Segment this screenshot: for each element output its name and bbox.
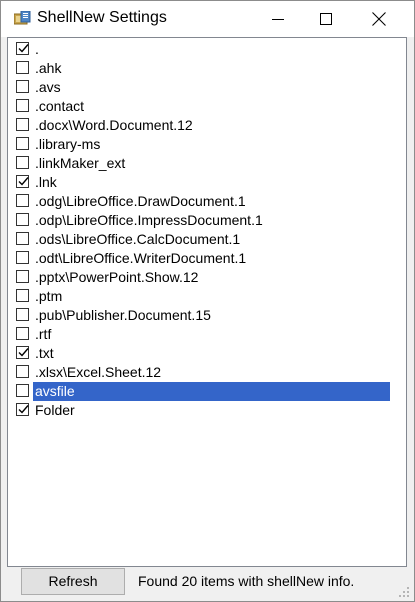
checkbox-unchecked[interactable] [16, 232, 29, 245]
checkbox-unchecked[interactable] [16, 137, 29, 150]
shellnew-checked-list[interactable]: . .ahk .avs .contact .docx\Word.Document.12.… [7, 37, 407, 567]
list-item-label: .linkMaker_ext [35, 155, 126, 171]
list-item[interactable]: .ptm [8, 287, 406, 306]
list-item-label: Folder [35, 402, 75, 418]
status-text: Found 20 items with shellNew info. [138, 573, 355, 589]
checkbox-unchecked[interactable] [16, 80, 29, 93]
list-item[interactable]: .avs [8, 78, 406, 97]
checkbox-checked[interactable] [16, 403, 29, 416]
list-item-label: .pub\Publisher.Document.15 [35, 307, 211, 323]
list-item[interactable]: .ods\LibreOffice.CalcDocument.1 [8, 230, 406, 249]
list-item-label: .ods\LibreOffice.CalcDocument.1 [35, 231, 241, 247]
checkmark-icon [18, 177, 29, 186]
maximize-button[interactable] [303, 1, 349, 37]
close-button[interactable] [356, 1, 402, 37]
checkbox-checked[interactable] [16, 175, 29, 188]
list-item-label: .rtf [35, 326, 52, 342]
list-item[interactable]: .txt [8, 344, 406, 363]
checkbox-unchecked[interactable] [16, 99, 29, 112]
list-item[interactable]: .contact [8, 97, 406, 116]
list-item-label: .odp\LibreOffice.ImpressDocument.1 [35, 212, 263, 228]
checkbox-checked[interactable] [16, 346, 29, 359]
maximize-icon [320, 13, 332, 25]
list-item[interactable]: .odp\LibreOffice.ImpressDocument.1 [8, 211, 406, 230]
list-item-label: .contact [35, 98, 85, 114]
list-item-label: .ahk [35, 60, 62, 76]
checkbox-unchecked[interactable] [16, 384, 29, 397]
list-item[interactable]: .docx\Word.Document.12 [8, 116, 406, 135]
list-item-label: . [35, 41, 39, 57]
list-item-label: .avs [35, 79, 61, 95]
list-item-label: .docx\Word.Document.12 [35, 117, 193, 133]
checkbox-unchecked[interactable] [16, 156, 29, 169]
checkbox-unchecked[interactable] [16, 251, 29, 264]
list-item[interactable]: .odt\LibreOffice.WriterDocument.1 [8, 249, 406, 268]
list-item-label: .lnk [35, 174, 57, 190]
checkbox-checked[interactable] [16, 42, 29, 55]
checkbox-unchecked[interactable] [16, 365, 29, 378]
list-item[interactable]: Folder [8, 401, 406, 420]
close-icon [372, 12, 386, 26]
checkmark-icon [18, 348, 29, 357]
list-item[interactable]: .odg\LibreOffice.DrawDocument.1 [8, 192, 406, 211]
window-title: ShellNew Settings [37, 9, 167, 26]
list-item[interactable]: .lnk [8, 173, 406, 192]
checkbox-unchecked[interactable] [16, 194, 29, 207]
minimize-icon [272, 13, 284, 25]
title-bar[interactable]: ShellNew Settings [1, 1, 414, 37]
list-item[interactable]: .pptx\PowerPoint.Show.12 [8, 268, 406, 287]
checkbox-unchecked[interactable] [16, 213, 29, 226]
list-item-label: .pptx\PowerPoint.Show.12 [35, 269, 199, 285]
shellnew-app-icon[interactable] [13, 10, 31, 27]
list-item[interactable]: . [8, 40, 406, 59]
checkbox-unchecked[interactable] [16, 308, 29, 321]
list-item[interactable]: avsfile [8, 382, 406, 401]
list-item[interactable]: .pub\Publisher.Document.15 [8, 306, 406, 325]
checkbox-unchecked[interactable] [16, 270, 29, 283]
list-item-label: .library-ms [35, 136, 101, 152]
resize-grip-icon[interactable] [398, 585, 410, 597]
minimize-button[interactable] [255, 1, 301, 37]
checkbox-unchecked[interactable] [16, 289, 29, 302]
list-item-label: .xlsx\Excel.Sheet.12 [35, 364, 162, 380]
list-item-label: .txt [35, 345, 54, 361]
refresh-button[interactable]: Refresh [21, 568, 125, 595]
shellnew-settings-window: ShellNew Settings . .ahk .avs .contact .docx… [0, 0, 415, 602]
list-item-label: .odg\LibreOffice.DrawDocument.1 [35, 193, 246, 209]
list-item[interactable]: .ahk [8, 59, 406, 78]
checkbox-unchecked[interactable] [16, 327, 29, 340]
list-item[interactable]: .rtf [8, 325, 406, 344]
checkbox-unchecked[interactable] [16, 118, 29, 131]
checkmark-icon [18, 44, 29, 53]
list-item-label: avsfile [33, 382, 390, 401]
checkbox-unchecked[interactable] [16, 61, 29, 74]
list-item-label: .ptm [35, 288, 63, 304]
checkmark-icon [18, 405, 29, 414]
list-item[interactable]: .library-ms [8, 135, 406, 154]
list-item-label: .odt\LibreOffice.WriterDocument.1 [35, 250, 247, 266]
list-item[interactable]: .linkMaker_ext [8, 154, 406, 173]
list-item[interactable]: .xlsx\Excel.Sheet.12 [8, 363, 406, 382]
